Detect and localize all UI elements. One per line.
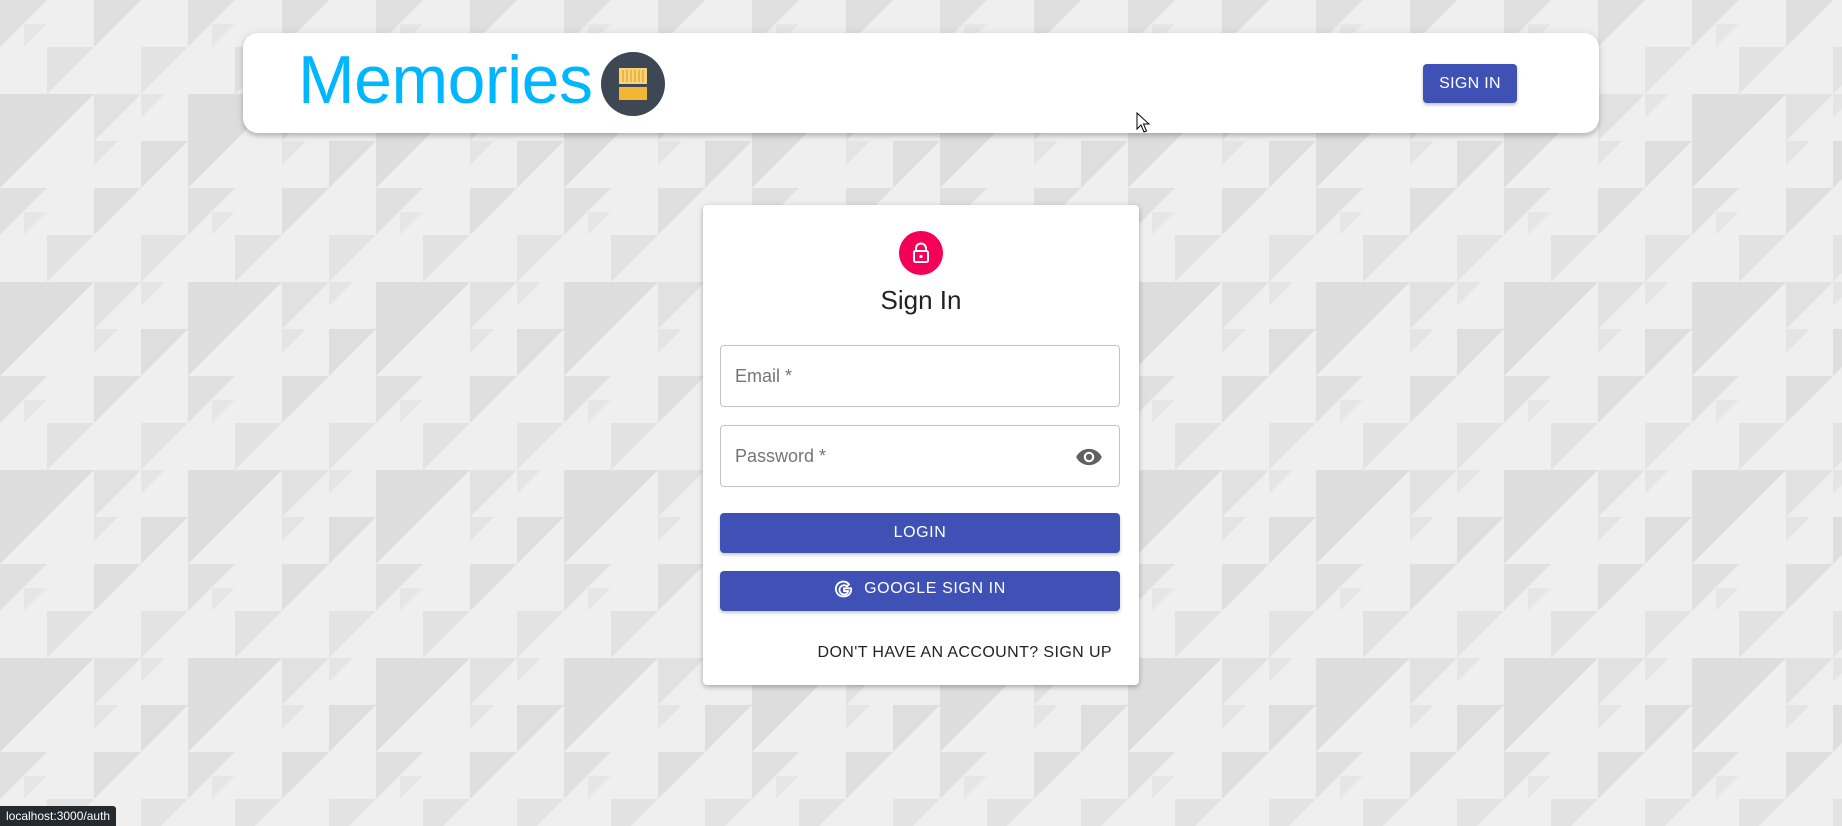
mouse-cursor-icon [1136, 112, 1150, 133]
eye-icon[interactable] [1075, 443, 1103, 471]
signin-title: Sign In [880, 285, 962, 315]
switch-to-signup-link[interactable]: DON'T HAVE AN ACCOUNT? SIGN UP [817, 638, 1112, 668]
email-input[interactable] [735, 346, 1065, 406]
google-signin-button[interactable]: GOOGLE SIGN IN [720, 571, 1120, 611]
google-g-icon [834, 579, 854, 599]
google-signin-content: GOOGLE SIGN IN [834, 579, 1006, 599]
memory-card-icon [601, 52, 665, 116]
email-field[interactable] [720, 345, 1120, 407]
password-input[interactable] [735, 426, 1065, 486]
signin-card: Sign In LOGIN GOOGLE SIGN IN DON'T HAVE … [703, 205, 1139, 685]
brand-title[interactable]: Memories [298, 46, 593, 114]
app-bar: Memories SIGN IN [243, 33, 1599, 133]
lock-icon [899, 231, 943, 275]
google-signin-label: GOOGLE SIGN IN [864, 579, 1006, 597]
password-field[interactable] [720, 425, 1120, 487]
header-signin-button[interactable]: SIGN IN [1423, 64, 1517, 103]
status-bar-url: localhost:3000/auth [0, 806, 117, 826]
login-button[interactable]: LOGIN [720, 513, 1120, 553]
